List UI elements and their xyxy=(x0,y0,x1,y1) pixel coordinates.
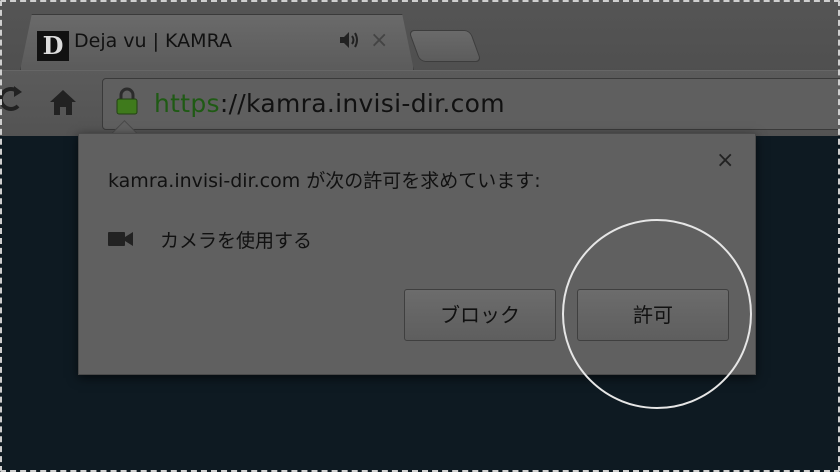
image-border xyxy=(0,0,840,472)
browser-window: D Deja vu | KAMRA × https://kamra.invisi… xyxy=(0,0,840,472)
